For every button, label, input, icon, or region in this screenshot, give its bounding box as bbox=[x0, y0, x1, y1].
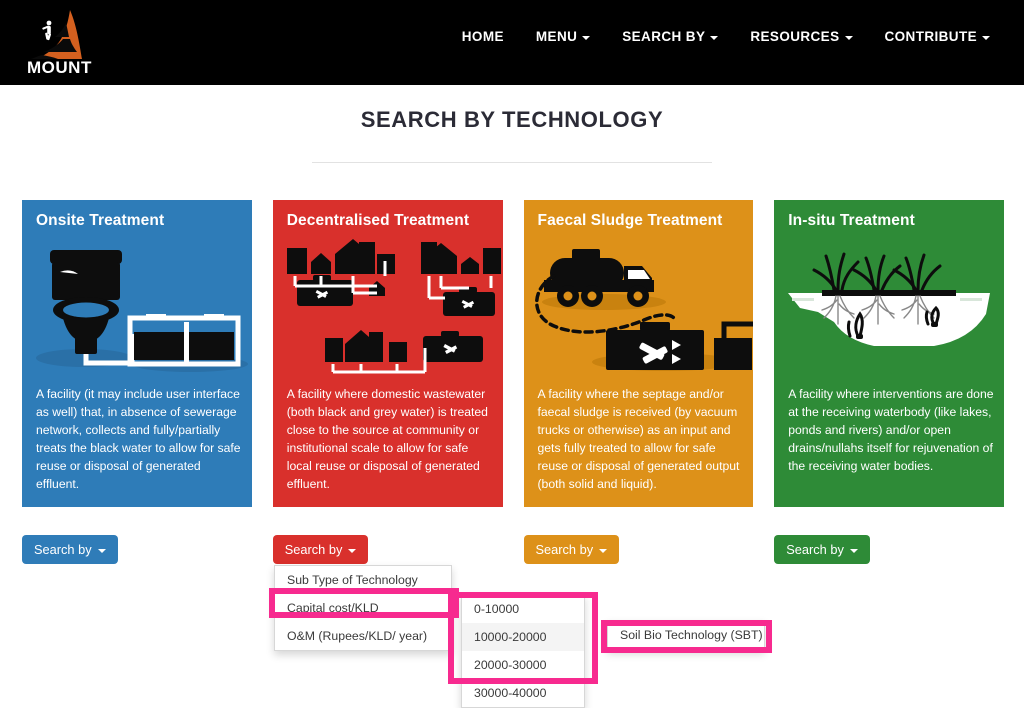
onsite-treatment-illustration bbox=[22, 236, 252, 386]
nav-item-label: SEARCH BY bbox=[622, 29, 706, 44]
card-title: Faecal Sludge Treatment bbox=[537, 212, 723, 229]
faecal-sludge-treatment-illustration bbox=[524, 236, 754, 386]
search-button-slot-decentralised: Search by bbox=[272, 535, 503, 564]
search-by-button-insitu[interactable]: Search by bbox=[774, 535, 870, 564]
chevron-down-icon bbox=[849, 548, 858, 553]
menu-item-om-rupees-per-kld-per-year[interactable]: O&M (Rupees/KLD/ year) bbox=[275, 622, 451, 650]
card-onsite-treatment[interactable]: Onsite Treatment A facility (it may incl… bbox=[22, 200, 252, 507]
svg-text:MOUNT: MOUNT bbox=[27, 58, 92, 76]
menu-item-capital-cost-per-kld[interactable]: Capital cost/KLD bbox=[275, 594, 451, 622]
dropdown-menu-search-criteria: Sub Type of Technology Capital cost/KLD … bbox=[274, 565, 452, 651]
chevron-down-icon bbox=[982, 35, 990, 40]
dropdown-menu-technology-results: Soil Bio Technology (SBT) bbox=[607, 620, 765, 650]
search-by-button-label: Search by bbox=[284, 542, 343, 557]
top-navigation-bar: MOUNT HOME MENU SEARCH BY RESOURCES CONT… bbox=[0, 0, 1024, 85]
card-title: Onsite Treatment bbox=[36, 212, 165, 229]
nav-item-search-by[interactable]: SEARCH BY bbox=[606, 29, 734, 44]
nav-item-label: MENU bbox=[535, 29, 578, 44]
site-logo[interactable]: MOUNT bbox=[22, 6, 98, 76]
technology-cards-container: Onsite Treatment A facility (it may incl… bbox=[22, 200, 1004, 507]
title-divider bbox=[312, 162, 712, 163]
chevron-down-icon bbox=[97, 548, 106, 553]
menu-item-range-10000-20000[interactable]: 10000-20000 bbox=[462, 623, 584, 651]
search-by-button-label: Search by bbox=[786, 542, 844, 557]
menu-item-soil-bio-technology-sbt[interactable]: Soil Bio Technology (SBT) bbox=[608, 621, 764, 649]
card-insitu-treatment[interactable]: In-situ Treatment A facility where inter… bbox=[774, 200, 1004, 507]
chevron-down-icon bbox=[582, 35, 591, 40]
search-by-button-onsite[interactable]: Search by bbox=[22, 535, 118, 564]
search-by-button-faecal-sludge[interactable]: Search by bbox=[523, 535, 620, 564]
nav-item-menu[interactable]: MENU bbox=[520, 29, 606, 44]
nav-item-label: HOME bbox=[461, 29, 504, 44]
dropdown-menu-cost-ranges: 0-10000 10000-20000 20000-30000 30000-40… bbox=[461, 594, 585, 708]
nav-item-home[interactable]: HOME bbox=[446, 29, 520, 44]
search-by-button-label: Search by bbox=[535, 542, 594, 557]
search-button-slot-insitu: Search by bbox=[774, 535, 1004, 564]
search-by-button-decentralised[interactable]: Search by bbox=[272, 535, 369, 564]
menu-item-range-20000-30000[interactable]: 20000-30000 bbox=[462, 651, 584, 679]
card-title: Decentralised Treatment bbox=[286, 212, 470, 229]
card-title: In-situ Treatment bbox=[788, 212, 915, 229]
nav-item-resources[interactable]: RESOURCES bbox=[734, 29, 868, 44]
search-button-slot-onsite: Search by bbox=[22, 535, 252, 564]
card-description: A facility where interventions are done … bbox=[788, 387, 994, 473]
card-description: A facility where the septage and/or faec… bbox=[537, 387, 740, 491]
nav-item-label: CONTRIBUTE bbox=[884, 29, 977, 44]
chevron-down-icon bbox=[599, 548, 608, 553]
nav-item-label: RESOURCES bbox=[750, 29, 840, 44]
menu-item-range-30000-40000[interactable]: 30000-40000 bbox=[462, 679, 584, 707]
search-by-button-label: Search by bbox=[34, 542, 92, 557]
card-decentralised-treatment[interactable]: Decentralised Treatment A facility where… bbox=[272, 200, 503, 507]
insitu-treatment-illustration bbox=[774, 236, 1004, 386]
card-description: A facility (it may include user interfac… bbox=[36, 387, 241, 491]
search-button-slot-faecal-sludge: Search by bbox=[523, 535, 754, 564]
decentralised-treatment-illustration bbox=[273, 236, 503, 386]
chevron-down-icon bbox=[710, 35, 719, 40]
card-faecal-sludge-treatment[interactable]: Faecal Sludge Treatment A facility where… bbox=[523, 200, 754, 507]
menu-item-range-0-10000[interactable]: 0-10000 bbox=[462, 595, 584, 623]
card-description: A facility where domestic wastewater (bo… bbox=[286, 387, 488, 491]
primary-nav: HOME MENU SEARCH BY RESOURCES CONTRIBUTE bbox=[446, 29, 1006, 44]
mountain-climber-logo-icon: MOUNT bbox=[27, 10, 92, 76]
search-buttons-row: Search by Search by Search by Search by bbox=[22, 535, 1004, 564]
chevron-down-icon bbox=[348, 548, 357, 553]
nav-item-contribute[interactable]: CONTRIBUTE bbox=[869, 29, 1007, 44]
page-title: SEARCH BY TECHNOLOGY bbox=[360, 107, 664, 132]
chevron-down-icon bbox=[844, 35, 853, 40]
menu-item-sub-type-of-technology[interactable]: Sub Type of Technology bbox=[275, 566, 451, 594]
